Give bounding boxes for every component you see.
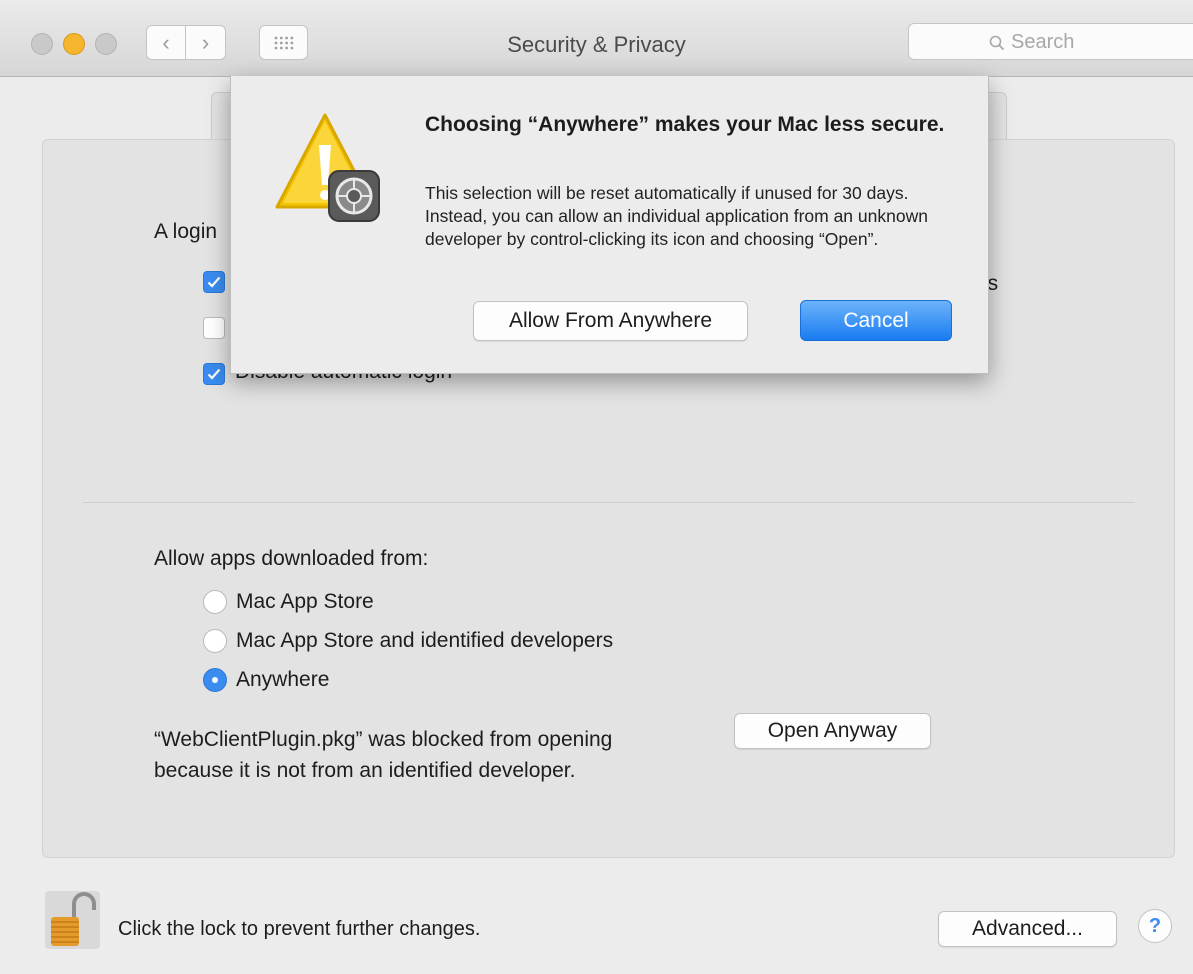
search-icon [989, 35, 1005, 50]
radio-anywhere-label[interactable]: Anywhere [236, 668, 329, 692]
lock-status-text: Click the lock to prevent further change… [118, 918, 481, 940]
advanced-button[interactable]: Advanced... [938, 911, 1117, 947]
search-input[interactable]: Search [908, 23, 1193, 60]
blocked-message-line-2: because it is not from an identified dev… [154, 759, 576, 782]
search-placeholder: Search [1011, 31, 1075, 53]
anywhere-alert-sheet: Choosing “Anywhere” makes your Mac less … [230, 76, 989, 374]
radio-identified-developers-label[interactable]: Mac App Store and identified developers [236, 629, 613, 653]
lock-icon[interactable] [44, 890, 101, 950]
help-button[interactable]: ? [1138, 909, 1172, 943]
radio-identified-developers[interactable] [203, 629, 227, 653]
section-divider [83, 502, 1135, 503]
checkmark-icon [207, 368, 221, 380]
allow-apps-label: Allow apps downloaded from: [154, 547, 429, 570]
login-checkbox-2[interactable] [203, 317, 225, 339]
checkmark-icon [207, 276, 221, 288]
title-bar: ‹ › Security & Privacy Search [0, 0, 1193, 77]
allow-from-anywhere-button[interactable]: Allow From Anywhere [473, 301, 748, 341]
cancel-button[interactable]: Cancel [800, 300, 952, 341]
warning-icon [275, 113, 380, 222]
blocked-message-line-1: “WebClientPlugin.pkg” was blocked from o… [154, 728, 613, 751]
login-section-label: A login [154, 220, 218, 243]
radio-mac-app-store-label[interactable]: Mac App Store [236, 590, 374, 614]
login-checkbox-1[interactable] [203, 271, 225, 293]
blocked-app-message: “WebClientPlugin.pkg” was blocked from o… [154, 724, 714, 786]
alert-message: This selection will be reset automatical… [425, 183, 928, 249]
radio-mac-app-store[interactable] [203, 590, 227, 614]
disable-auto-login-checkbox[interactable] [203, 363, 225, 385]
alert-title: Choosing “Anywhere” makes your Mac less … [425, 113, 945, 136]
help-icon: ? [1148, 914, 1162, 937]
open-anyway-button[interactable]: Open Anyway [734, 713, 931, 749]
radio-anywhere[interactable] [203, 668, 227, 692]
